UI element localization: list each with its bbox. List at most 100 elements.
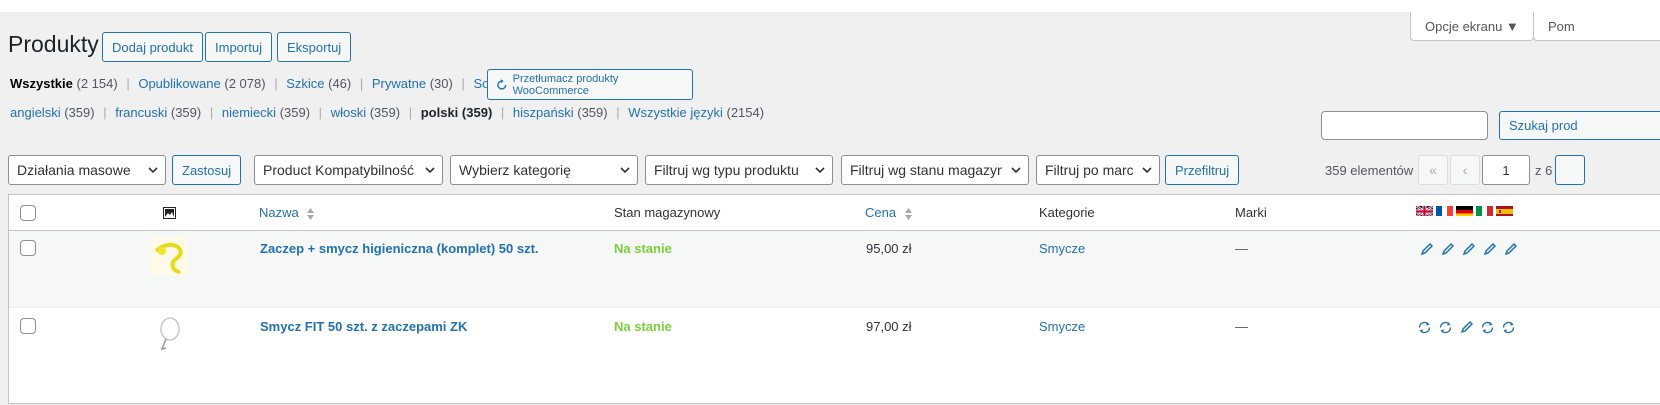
row-checkbox[interactable] <box>20 240 36 256</box>
filter-published-count: (2 078) <box>224 76 266 91</box>
edit-translation-icon[interactable] <box>1482 242 1497 257</box>
column-price-label: Cena <box>865 205 897 220</box>
filter-private[interactable]: Prywatne <box>372 76 426 91</box>
lang-all[interactable]: Wszystkie języki <box>628 105 723 120</box>
help-label: Pom <box>1548 18 1575 34</box>
column-categories: Kategorie <box>1039 205 1095 220</box>
translation-actions <box>1417 320 1516 335</box>
translate-products-button[interactable]: Przetłumacz produkty WooCommerce <box>487 69 693 100</box>
import-button[interactable]: Importuj <box>205 32 272 62</box>
lang-all-count: (2154) <box>726 105 765 120</box>
status-filters: Wszystkie (2 154) | Opublikowane (2 078)… <box>10 76 539 91</box>
brand-value: — <box>1235 319 1248 334</box>
sort-icon <box>307 207 315 220</box>
add-product-button[interactable]: Dodaj produkt <box>102 32 203 62</box>
search-button[interactable]: Szukaj prod <box>1499 111 1660 140</box>
product-image-leash-white <box>150 315 188 353</box>
table-row: Smycz FIT 50 szt. z zaczepami ZK Na stan… <box>9 307 1660 405</box>
compatibility-select[interactable]: Product Kompatybilność <box>254 155 443 185</box>
product-type-select[interactable]: Filtruj wg typu produktu <box>645 155 833 185</box>
filter-all[interactable]: Wszystkie <box>10 76 73 91</box>
category-value: Wybierz kategorię <box>459 162 571 178</box>
lang-polish-count: (359) <box>461 105 493 120</box>
lang-french[interactable]: francuski <box>115 105 167 120</box>
bulk-actions-select[interactable]: Działania masowe <box>8 155 166 185</box>
column-name[interactable]: Nazwa <box>259 205 315 221</box>
edit-translation-icon[interactable] <box>1461 242 1476 257</box>
filter-private-count: (30) <box>429 76 453 91</box>
lang-german-count: (359) <box>279 105 311 120</box>
first-page-button[interactable]: « <box>1418 155 1448 185</box>
category-select[interactable]: Wybierz kategorię <box>450 155 638 185</box>
row-checkbox[interactable] <box>20 318 36 334</box>
lang-german[interactable]: niemiecki <box>222 105 276 120</box>
product-type-value: Filtruj wg typu produktu <box>654 162 799 178</box>
product-name-link[interactable]: Zaczep + smycz higieniczna (komplet) 50 … <box>260 241 539 256</box>
es-flag-icon <box>1496 205 1513 216</box>
lang-spanish-count: (359) <box>577 105 608 120</box>
filter-button[interactable]: Przefiltruj <box>1165 155 1240 185</box>
image-icon <box>163 207 176 219</box>
screen-options-label: Opcje ekranu ▼ <box>1425 18 1519 34</box>
filter-published[interactable]: Opublikowane <box>138 76 220 91</box>
filter-drafts[interactable]: Szkice <box>286 76 324 91</box>
bulk-actions-value: Działania masowe <box>17 162 131 178</box>
sort-icon <box>904 207 912 220</box>
screen-options-button[interactable]: Opcje ekranu ▼ <box>1410 12 1534 41</box>
sync-translation-icon[interactable] <box>1480 320 1495 335</box>
lang-english[interactable]: angielski <box>10 105 61 120</box>
export-button[interactable]: Eksportuj <box>277 32 352 62</box>
brand-value: Filtruj po marce <box>1045 162 1133 178</box>
apply-button[interactable]: Zastosuj <box>172 155 242 185</box>
column-name-label: Nazwa <box>259 205 299 220</box>
search-input[interactable] <box>1321 111 1488 140</box>
product-thumbnail[interactable] <box>150 315 188 353</box>
chevron-down-icon <box>815 167 825 174</box>
products-table: Nazwa Stan magazynowy Cena Kategorie Mar… <box>8 194 1660 404</box>
stock-status-select[interactable]: Filtruj wg stanu magazynowego <box>841 155 1029 185</box>
chevron-down-icon <box>1142 167 1152 174</box>
edit-translation-icon[interactable] <box>1459 320 1474 335</box>
sync-translation-icon[interactable] <box>1417 320 1432 335</box>
edit-translation-icon[interactable] <box>1503 242 1518 257</box>
next-page-button[interactable] <box>1555 155 1585 185</box>
stock-status: Na stanie <box>614 241 672 256</box>
table-row: Zaczep + smycz higieniczna (komplet) 50 … <box>9 231 1660 307</box>
translation-actions <box>1419 242 1518 257</box>
sync-translation-icon[interactable] <box>1438 320 1453 335</box>
translate-refresh-icon <box>497 78 507 90</box>
product-name-link[interactable]: Smycz FIT 50 szt. z zaczepami ZK <box>260 319 467 334</box>
lang-italian[interactable]: włoski <box>331 105 366 120</box>
prev-page-button[interactable]: ‹ <box>1450 155 1480 185</box>
current-page-input[interactable]: 1 <box>1482 155 1530 185</box>
brand-select[interactable]: Filtruj po marce <box>1036 155 1160 185</box>
stock-status: Na stanie <box>614 319 672 334</box>
column-brands: Marki <box>1235 205 1267 220</box>
edit-translation-icon[interactable] <box>1419 242 1434 257</box>
stock-status-value: Filtruj wg stanu magazynowego <box>850 162 1002 178</box>
column-stock: Stan magazynowy <box>614 205 721 220</box>
lang-polish[interactable]: polski <box>421 105 459 120</box>
translate-products-label: Przetłumacz produkty WooCommerce <box>512 72 619 97</box>
category-link[interactable]: Smycze <box>1039 241 1085 256</box>
filter-all-count: (2 154) <box>76 76 118 91</box>
product-price: 95,00 zł <box>866 241 912 256</box>
product-thumbnail[interactable] <box>150 237 188 275</box>
fr-flag-icon <box>1436 205 1453 216</box>
it-flag-icon <box>1476 205 1493 216</box>
lang-italian-count: (359) <box>369 105 401 120</box>
chevron-down-icon <box>620 167 630 174</box>
total-pages-label: z 6 <box>1535 163 1553 178</box>
filter-drafts-count: (46) <box>328 76 352 91</box>
compatibility-value: Product Kompatybilność <box>263 162 414 178</box>
table-header: Nazwa Stan magazynowy Cena Kategorie Mar… <box>9 195 1660 231</box>
category-link[interactable]: Smycze <box>1039 319 1085 334</box>
sync-translation-icon[interactable] <box>1501 320 1516 335</box>
edit-translation-icon[interactable] <box>1440 242 1455 257</box>
lang-spanish[interactable]: hiszpański <box>513 105 574 120</box>
column-price[interactable]: Cena <box>865 205 913 221</box>
help-button[interactable]: Pom <box>1533 12 1660 41</box>
lang-french-count: (359) <box>170 105 202 120</box>
select-all-checkbox[interactable] <box>20 205 36 221</box>
product-price: 97,00 zł <box>866 319 912 334</box>
